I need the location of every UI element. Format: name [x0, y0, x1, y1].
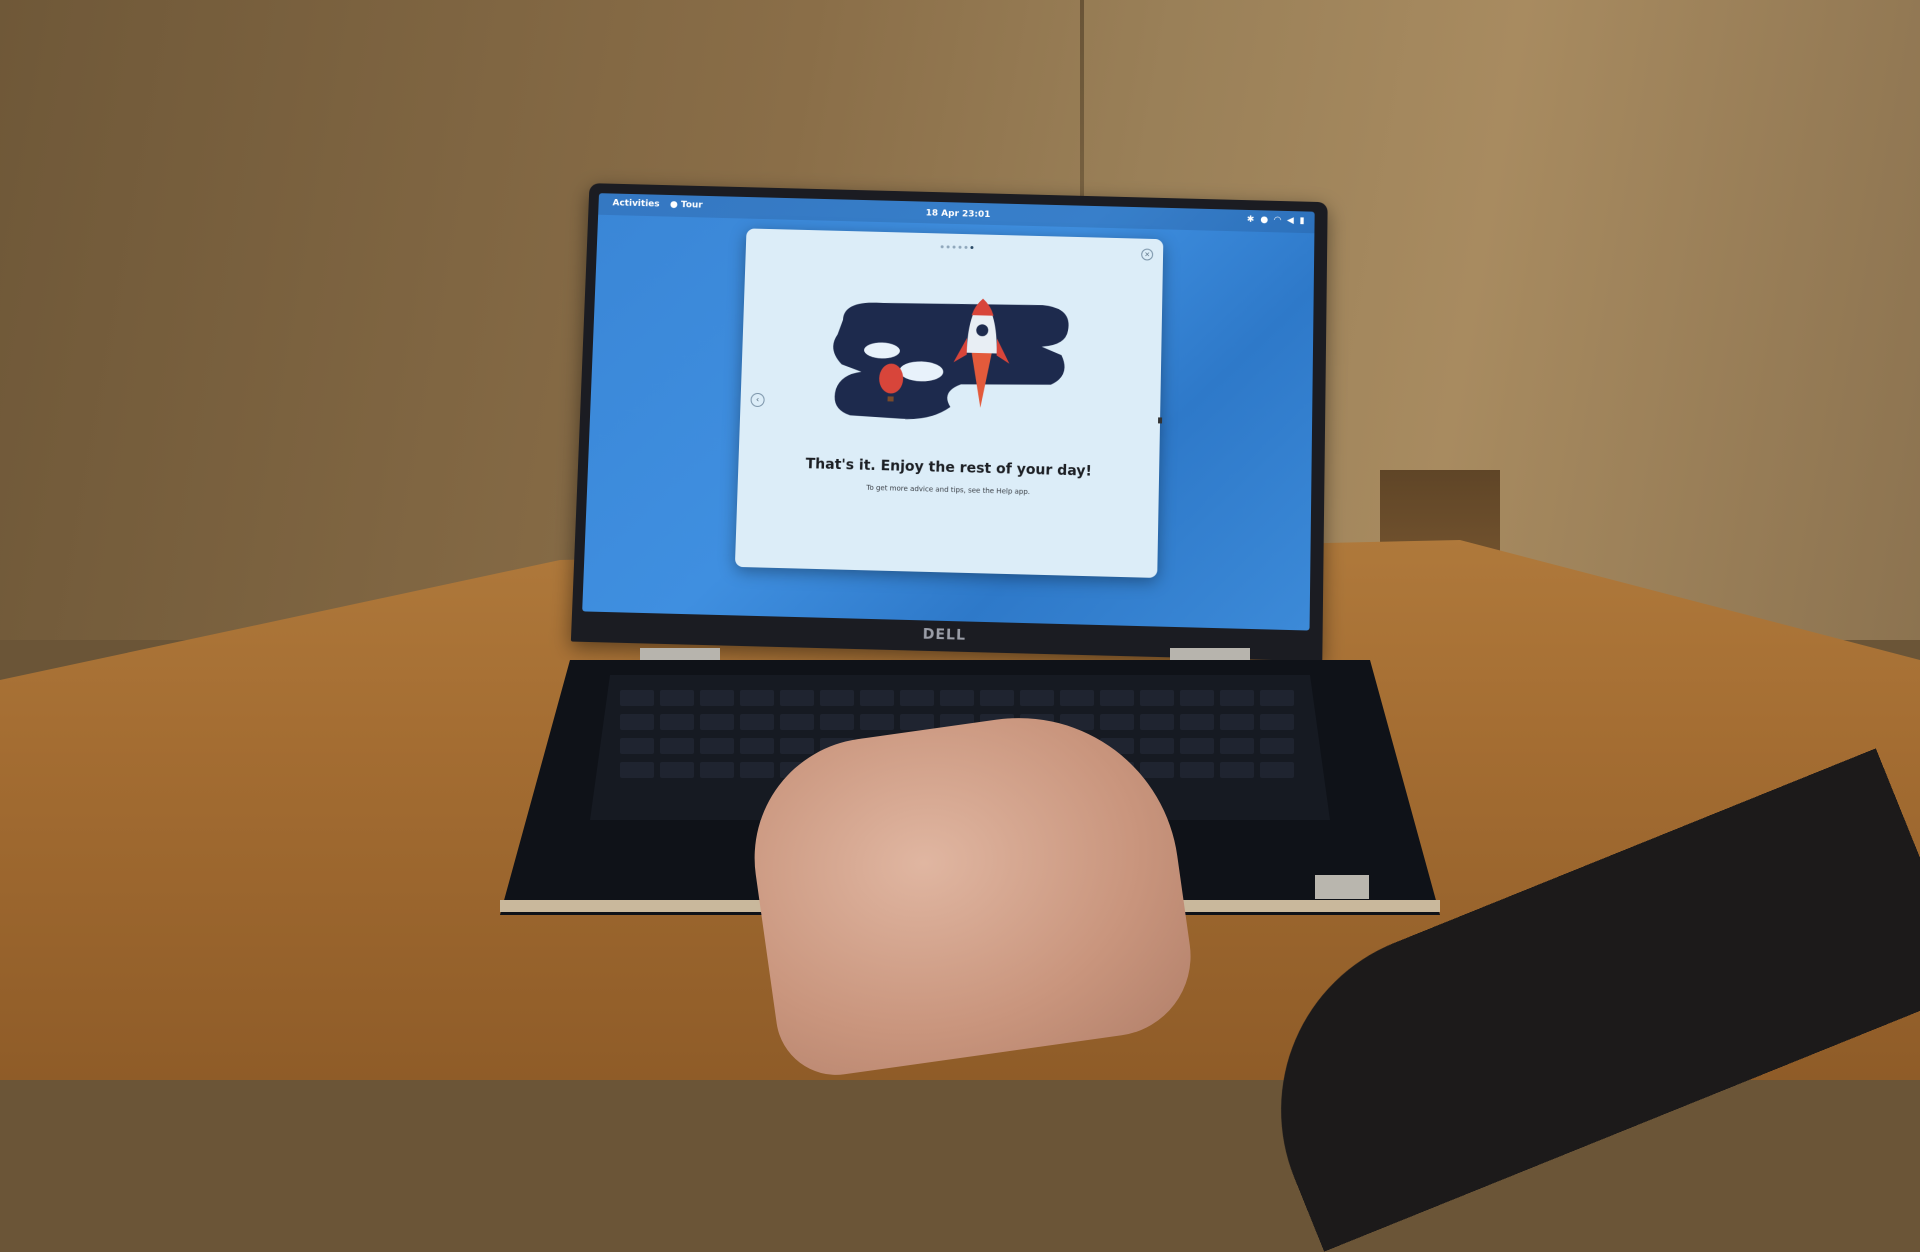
laptop-sticker	[1315, 875, 1369, 899]
key[interactable]	[1140, 714, 1174, 730]
key[interactable]	[660, 762, 694, 778]
key[interactable]	[820, 714, 854, 730]
system-tray[interactable]: ✱ ● ◠ ◀ ▮	[1247, 215, 1305, 226]
key[interactable]	[700, 714, 734, 730]
key[interactable]	[1180, 762, 1214, 778]
battery-icon: ▮	[1299, 216, 1305, 227]
key[interactable]	[1260, 738, 1294, 754]
key[interactable]	[980, 690, 1014, 706]
volume-icon: ◀	[1286, 215, 1294, 226]
key[interactable]	[900, 690, 934, 706]
key-row	[620, 690, 1294, 708]
key[interactable]	[1180, 738, 1214, 754]
brand-logo: DELL	[922, 626, 967, 644]
key[interactable]	[1220, 690, 1254, 706]
laptop-lid: Activities ● Tour 18 Apr 23:01 ✱ ● ◠ ◀ ▮	[570, 183, 1328, 662]
key[interactable]	[620, 690, 654, 706]
tour-subtitle: To get more advice and tips, see the Hel…	[866, 483, 1031, 497]
key[interactable]	[1140, 762, 1174, 778]
accessibility-icon: ✱	[1246, 214, 1255, 225]
page-dot[interactable]	[946, 245, 950, 249]
page-dot[interactable]	[952, 245, 956, 249]
laptop-screen: Activities ● Tour 18 Apr 23:01 ✱ ● ◠ ◀ ▮	[582, 193, 1315, 631]
key[interactable]	[700, 738, 734, 754]
key[interactable]	[1260, 762, 1294, 778]
key[interactable]	[620, 762, 654, 778]
key[interactable]	[1140, 690, 1174, 706]
tour-title: That's it. Enjoy the rest of your day!	[805, 456, 1093, 480]
key[interactable]	[660, 738, 694, 754]
activities-button[interactable]: Activities	[612, 198, 659, 209]
key[interactable]	[1260, 690, 1294, 706]
page-dot[interactable]	[958, 245, 962, 249]
wifi-icon: ◠	[1274, 215, 1282, 226]
key[interactable]	[940, 690, 974, 706]
page-dot[interactable]	[940, 245, 944, 249]
key[interactable]	[780, 714, 814, 730]
key[interactable]	[900, 714, 934, 730]
key[interactable]	[1180, 690, 1214, 706]
close-icon[interactable]: ×	[1141, 248, 1154, 261]
gnome-top-bar: Activities ● Tour 18 Apr 23:01 ✱ ● ◠ ◀ ▮	[598, 193, 1315, 234]
key[interactable]	[1260, 714, 1294, 730]
key[interactable]	[740, 762, 774, 778]
key[interactable]	[1060, 690, 1094, 706]
key[interactable]	[780, 738, 814, 754]
key[interactable]	[740, 690, 774, 706]
page-dot[interactable]	[964, 245, 968, 249]
location-icon: ●	[1260, 215, 1269, 226]
key[interactable]	[1100, 714, 1134, 730]
page-indicator	[940, 245, 974, 250]
key[interactable]	[700, 762, 734, 778]
key[interactable]	[620, 738, 654, 754]
key[interactable]	[1220, 762, 1254, 778]
key[interactable]	[1180, 714, 1214, 730]
app-menu-icon: ●	[669, 199, 682, 210]
app-menu-tour[interactable]: ● Tour	[670, 200, 703, 211]
key[interactable]	[660, 690, 694, 706]
app-menu-label: Tour	[680, 200, 703, 211]
night-sky-shape	[831, 299, 1070, 424]
balloon-basket	[888, 396, 895, 402]
key[interactable]	[740, 738, 774, 754]
mouse-cursor-icon	[1158, 417, 1163, 424]
key[interactable]	[740, 714, 774, 730]
key[interactable]	[1100, 690, 1134, 706]
key[interactable]	[820, 690, 854, 706]
clock[interactable]: 18 Apr 23:01	[926, 208, 991, 219]
key[interactable]	[1220, 738, 1254, 754]
key[interactable]	[1220, 714, 1254, 730]
key[interactable]	[1140, 738, 1174, 754]
key[interactable]	[1020, 690, 1054, 706]
key[interactable]	[780, 690, 814, 706]
key[interactable]	[660, 714, 694, 730]
key[interactable]	[620, 714, 654, 730]
chevron-left-icon[interactable]: ‹	[750, 392, 765, 408]
rocket-illustration	[831, 298, 1070, 424]
key[interactable]	[700, 690, 734, 706]
tour-window: × ‹ That's it. Enjoy the rest of your da…	[734, 228, 1164, 578]
key[interactable]	[860, 690, 894, 706]
page-dot-active[interactable]	[970, 246, 974, 250]
key[interactable]	[860, 714, 894, 730]
